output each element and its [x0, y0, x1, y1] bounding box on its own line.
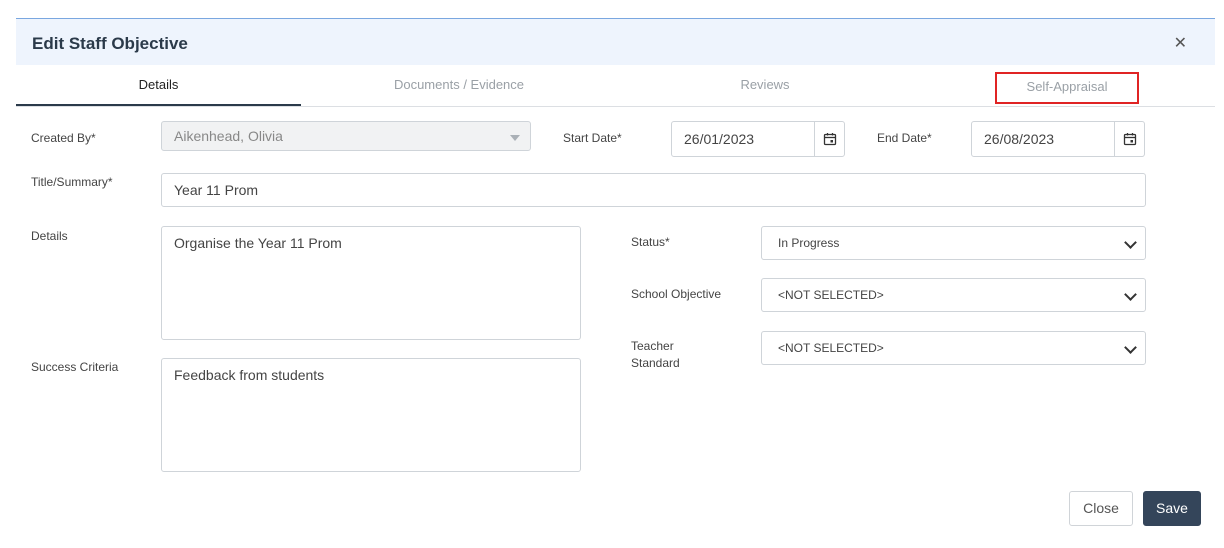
created-by-select: Aikenhead, Olivia: [161, 121, 531, 151]
teacher-standard-label-line1: Teacher: [631, 339, 674, 353]
end-date-input[interactable]: 26/08/2023: [971, 121, 1145, 157]
teacher-standard-label-line2: Standard: [631, 356, 680, 370]
modal-title: Edit Staff Objective: [32, 34, 188, 53]
caret-down-icon: [510, 135, 520, 141]
chevron-down-icon: [1124, 341, 1137, 354]
start-date-value: 26/01/2023: [684, 131, 755, 147]
teacher-standard-label: Teacher Standard: [631, 338, 680, 372]
success-criteria-label: Success Criteria: [31, 360, 119, 374]
created-by-value: Aikenhead, Olivia: [174, 128, 283, 144]
start-date-label: Start Date*: [563, 131, 622, 145]
tab-bar: Details Documents / Evidence Reviews Sel…: [16, 65, 1215, 107]
end-date-label: End Date*: [877, 131, 932, 145]
calendar-icon[interactable]: [1114, 122, 1144, 156]
tab-self-appraisal[interactable]: Self-Appraisal: [995, 72, 1139, 104]
save-button[interactable]: Save: [1143, 491, 1201, 526]
close-icon[interactable]: ✕: [1174, 33, 1187, 53]
calendar-icon[interactable]: [814, 122, 844, 156]
chevron-down-icon: [1124, 288, 1137, 301]
start-date-input[interactable]: 26/01/2023: [671, 121, 845, 157]
status-value: In Progress: [778, 236, 840, 250]
details-textarea[interactable]: Organise the Year 11 Prom: [161, 226, 581, 340]
title-summary-input[interactable]: Year 11 Prom: [161, 173, 1146, 207]
chevron-down-icon: [1124, 236, 1137, 249]
title-summary-value: Year 11 Prom: [174, 182, 259, 198]
details-value: Organise the Year 11 Prom: [174, 235, 342, 251]
details-label: Details: [31, 229, 68, 243]
modal-header: Edit Staff Objective ✕: [16, 18, 1215, 65]
success-criteria-textarea[interactable]: Feedback from students: [161, 358, 581, 472]
title-summary-label: Title/Summary*: [31, 175, 113, 189]
tab-documents-evidence[interactable]: Documents / Evidence: [301, 65, 617, 106]
end-date-value: 26/08/2023: [984, 131, 1055, 147]
school-objective-select[interactable]: <NOT SELECTED>: [761, 278, 1146, 312]
school-objective-value: <NOT SELECTED>: [778, 288, 884, 302]
tab-details[interactable]: Details: [16, 65, 301, 106]
status-label: Status*: [631, 235, 670, 249]
tab-reviews[interactable]: Reviews: [617, 65, 913, 106]
teacher-standard-select[interactable]: <NOT SELECTED>: [761, 331, 1146, 365]
status-select[interactable]: In Progress: [761, 226, 1146, 260]
close-button[interactable]: Close: [1069, 491, 1133, 526]
success-criteria-value: Feedback from students: [174, 367, 325, 383]
created-by-label: Created By*: [31, 131, 96, 145]
teacher-standard-value: <NOT SELECTED>: [778, 341, 884, 355]
edit-staff-objective-modal: Edit Staff Objective ✕ Details Documents…: [16, 18, 1215, 540]
school-objective-label: School Objective: [631, 287, 722, 301]
